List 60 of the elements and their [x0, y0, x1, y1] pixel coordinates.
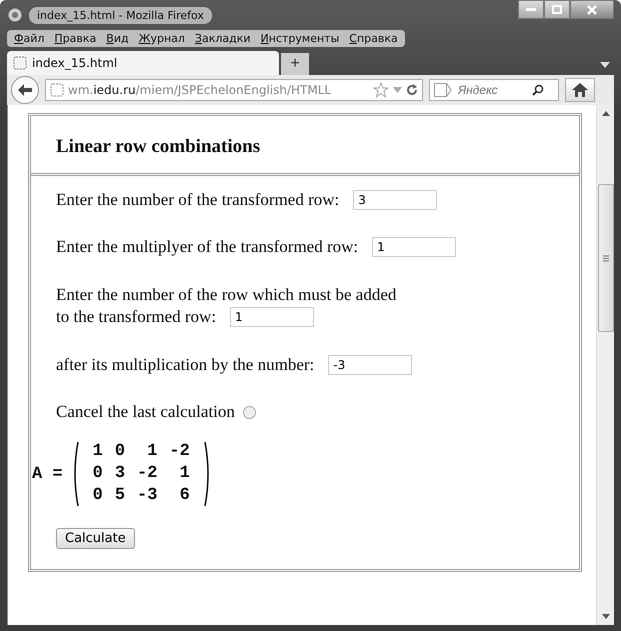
- field-label: Enter the number of the row which must be added: [56, 284, 396, 306]
- close-icon: [587, 4, 597, 14]
- home-icon: [572, 83, 588, 97]
- scroll-thumb[interactable]: [598, 184, 614, 332]
- field-label: Enter the multiplyer of the transformed row:: [56, 237, 358, 257]
- matrix-cell-text: -2: [136, 463, 158, 485]
- search-icon[interactable]: [532, 84, 544, 96]
- page-heading: Linear row combinations: [56, 136, 262, 158]
- matrix-cell-text: 1: [146, 441, 158, 463]
- matrix-cell-text: 1: [178, 463, 191, 485]
- matrix-cell-text: 0: [92, 463, 104, 485]
- minimize-icon: [526, 8, 536, 12]
- radio-button[interactable]: [242, 406, 256, 418]
- matrix-cell-text: 1: [92, 441, 104, 463]
- menu-item[interactable]: Правка: [49, 32, 102, 45]
- input-field[interactable]: 3: [353, 190, 438, 210]
- grip-icon: [602, 254, 608, 262]
- matrix-cell-text: 0: [92, 485, 104, 507]
- address-bar[interactable]: wm.iedu.ru/miem/JSPEchelonEnglish/HTMLL: [45, 79, 423, 101]
- menu-item[interactable]: Журнал: [134, 32, 190, 45]
- back-button[interactable]: [11, 76, 39, 104]
- matrix-cell-text: 0: [114, 441, 126, 463]
- back-arrow-icon: [18, 84, 32, 96]
- input-field[interactable]: -3: [328, 355, 412, 375]
- page-icon: [50, 83, 64, 97]
- menu-item[interactable]: Закладки: [190, 32, 256, 45]
- field-label: to the transformed row:: [56, 306, 216, 328]
- minimize-button[interactable]: [518, 0, 544, 19]
- search-engine-icon: [434, 83, 454, 97]
- input-field[interactable]: 1: [372, 237, 456, 257]
- maximize-button[interactable]: [544, 0, 570, 19]
- radio-label: Cancel the last calculation: [56, 402, 235, 422]
- field-label: Enter the number of the transformed row:: [56, 190, 340, 210]
- browser-icon: [7, 7, 23, 23]
- calculate-button[interactable]: Calculate: [56, 528, 135, 549]
- scrollbar[interactable]: [596, 105, 614, 625]
- matrix-cell-text: 6: [178, 485, 191, 507]
- close-button[interactable]: [570, 0, 614, 19]
- scroll-down-icon[interactable]: [602, 614, 610, 619]
- menu-item[interactable]: Инструменты: [256, 32, 344, 45]
- page-icon: [13, 56, 27, 70]
- field-label: after its multiplication by the number:: [56, 355, 314, 375]
- matrix-cell-text: -2: [168, 441, 191, 463]
- menu-item[interactable]: Справка: [344, 32, 403, 45]
- matrix-cell-text: 3: [114, 463, 126, 485]
- reload-icon[interactable]: [406, 84, 418, 96]
- dropdown-icon[interactable]: [600, 62, 610, 68]
- browser-tab[interactable]: index_15.html: [7, 51, 279, 75]
- matrix-cell-text: 5: [114, 485, 126, 507]
- maximize-icon: [552, 5, 562, 14]
- window-title: index_15.html - Mozilla Firefox: [29, 6, 212, 24]
- matrix-cell-text: -3: [136, 485, 158, 507]
- input-field[interactable]: 1: [230, 307, 314, 327]
- menu-item[interactable]: Файл: [9, 32, 50, 45]
- menu-item[interactable]: Вид: [101, 32, 134, 45]
- matrix-label: A =: [32, 464, 63, 484]
- home-button[interactable]: [565, 78, 595, 102]
- new-tab-button[interactable]: +: [281, 53, 309, 75]
- star-icon[interactable]: [373, 82, 389, 98]
- scroll-up-icon[interactable]: [602, 111, 610, 116]
